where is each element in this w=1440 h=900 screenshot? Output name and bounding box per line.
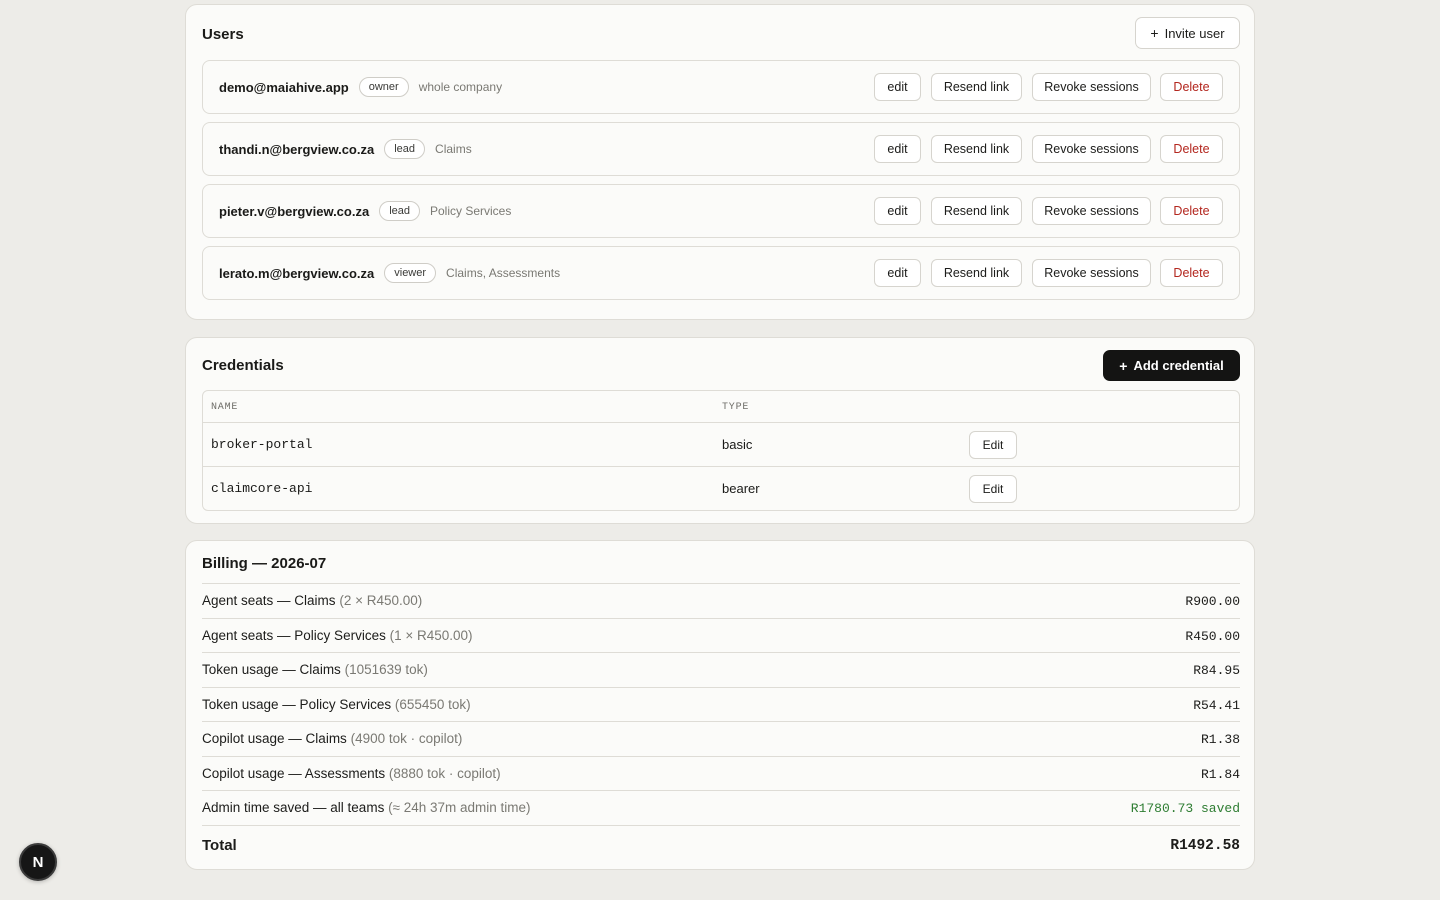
billing-line-amount-saved: R1780.73 saved <box>1130 801 1240 816</box>
user-scope: Claims <box>435 142 472 156</box>
table-row: broker-portal basic Edit <box>203 423 1239 467</box>
billing-total-amount: R1492.58 <box>1170 838 1240 854</box>
revoke-sessions-button[interactable]: Revoke sessions <box>1032 197 1151 225</box>
credentials-table: NAME TYPE broker-portal basic Edit claim… <box>202 390 1240 511</box>
user-row: demo@maiahive.app owner whole company ed… <box>202 60 1240 114</box>
table-header: NAME TYPE <box>203 391 1239 423</box>
billing-line-amount: R450.00 <box>1185 629 1240 644</box>
billing-line-detail: (≈ 24h 37m admin time) <box>388 800 531 815</box>
users-card: Users + Invite user demo@maiahive.app ow… <box>185 4 1255 320</box>
edit-user-button[interactable]: edit <box>874 197 921 225</box>
user-scope: Claims, Assessments <box>446 266 561 280</box>
billing-line-detail: (1 × R450.00) <box>389 628 473 643</box>
user-row: thandi.n@bergview.co.za lead Claims edit… <box>202 122 1240 176</box>
billing-line-label: Agent seats — Claims <box>202 593 336 608</box>
delete-user-button[interactable]: Delete <box>1160 197 1223 225</box>
billing-title: Billing — 2026-07 <box>202 555 327 572</box>
user-scope: whole company <box>418 80 503 94</box>
user-email: lerato.m@bergview.co.za <box>219 265 375 281</box>
edit-user-button[interactable]: edit <box>874 73 921 101</box>
billing-line-detail: (8880 tok · copilot) <box>388 766 501 781</box>
plus-icon: + <box>1150 25 1159 41</box>
billing-line-detail: (655450 tok) <box>394 697 471 712</box>
column-header-name: NAME <box>211 402 239 413</box>
delete-user-button[interactable]: Delete <box>1160 259 1223 287</box>
user-email: demo@maiahive.app <box>219 79 349 95</box>
plus-icon: + <box>1119 357 1128 374</box>
billing-line-label: Admin time saved — all teams <box>202 800 385 815</box>
app-launcher-button[interactable]: N <box>19 843 57 881</box>
credential-name: broker-portal <box>211 437 313 452</box>
delete-user-button[interactable]: Delete <box>1160 135 1223 163</box>
billing-line-detail: (2 × R450.00) <box>339 593 423 608</box>
edit-user-button[interactable]: edit <box>874 135 921 163</box>
resend-link-button[interactable]: Resend link <box>931 73 1022 101</box>
billing-total-label: Total <box>202 837 237 854</box>
add-credential-button[interactable]: + Add credential <box>1103 350 1240 381</box>
billing-line-amount: R1.84 <box>1200 767 1240 782</box>
credentials-title: Credentials <box>202 357 284 374</box>
billing-line-amount: R84.95 <box>1193 663 1240 678</box>
role-badge: viewer <box>384 263 437 283</box>
edit-credential-button[interactable]: Edit <box>969 475 1017 503</box>
credential-name: claimcore-api <box>211 481 313 496</box>
credential-type: basic <box>722 437 753 452</box>
billing-line: Copilot usage — Assessments (8880 tok · … <box>202 756 1240 791</box>
role-badge: lead <box>384 139 426 159</box>
role-badge: lead <box>379 201 420 221</box>
edit-credential-button[interactable]: Edit <box>969 431 1017 459</box>
revoke-sessions-button[interactable]: Revoke sessions <box>1032 259 1151 287</box>
billing-line: Token usage — Policy Services (655450 to… <box>202 687 1240 722</box>
billing-line-label: Token usage — Policy Services <box>202 697 392 712</box>
user-email: thandi.n@bergview.co.za <box>219 141 375 157</box>
resend-link-button[interactable]: Resend link <box>931 259 1022 287</box>
column-header-type: TYPE <box>722 402 750 413</box>
billing-line-label: Agent seats — Policy Services <box>202 628 386 643</box>
user-email: pieter.v@bergview.co.za <box>219 203 370 219</box>
billing-line-detail: (4900 tok · copilot) <box>350 731 463 746</box>
user-row: pieter.v@bergview.co.za lead Policy Serv… <box>202 184 1240 238</box>
billing-line-amount: R1.38 <box>1200 732 1240 747</box>
revoke-sessions-button[interactable]: Revoke sessions <box>1032 73 1151 101</box>
users-title: Users <box>202 26 244 43</box>
edit-user-button[interactable]: edit <box>874 259 921 287</box>
billing-line: Token usage — Claims (1051639 tok) R84.9… <box>202 652 1240 687</box>
billing-line: Admin time saved — all teams (≈ 24h 37m … <box>202 790 1240 825</box>
user-scope: Policy Services <box>430 204 512 218</box>
credential-type: bearer <box>722 481 760 496</box>
table-row: claimcore-api bearer Edit <box>203 467 1239 511</box>
billing-line-amount: R900.00 <box>1185 594 1240 609</box>
user-row: lerato.m@bergview.co.za viewer Claims, A… <box>202 246 1240 300</box>
delete-user-button[interactable]: Delete <box>1160 73 1223 101</box>
resend-link-button[interactable]: Resend link <box>931 135 1022 163</box>
billing-line-label: Copilot usage — Assessments <box>202 766 386 781</box>
billing-card: Billing — 2026-07 Agent seats — Claims (… <box>185 540 1255 870</box>
app-logo-letter: N <box>32 853 44 871</box>
invite-user-button[interactable]: + Invite user <box>1135 17 1240 49</box>
billing-line: Agent seats — Claims (2 × R450.00) R900.… <box>202 583 1240 618</box>
billing-line: Copilot usage — Claims (4900 tok · copil… <box>202 721 1240 756</box>
billing-line-label: Copilot usage — Claims <box>202 731 347 746</box>
billing-total: Total R1492.58 <box>202 825 1240 865</box>
revoke-sessions-button[interactable]: Revoke sessions <box>1032 135 1151 163</box>
resend-link-button[interactable]: Resend link <box>931 197 1022 225</box>
billing-line-amount: R54.41 <box>1193 698 1240 713</box>
billing-line-label: Token usage — Claims <box>202 662 341 677</box>
billing-line-detail: (1051639 tok) <box>344 662 428 677</box>
credentials-card: Credentials + Add credential NAME TYPE b… <box>185 337 1255 524</box>
role-badge: owner <box>358 77 409 97</box>
billing-line: Agent seats — Policy Services (1 × R450.… <box>202 618 1240 653</box>
